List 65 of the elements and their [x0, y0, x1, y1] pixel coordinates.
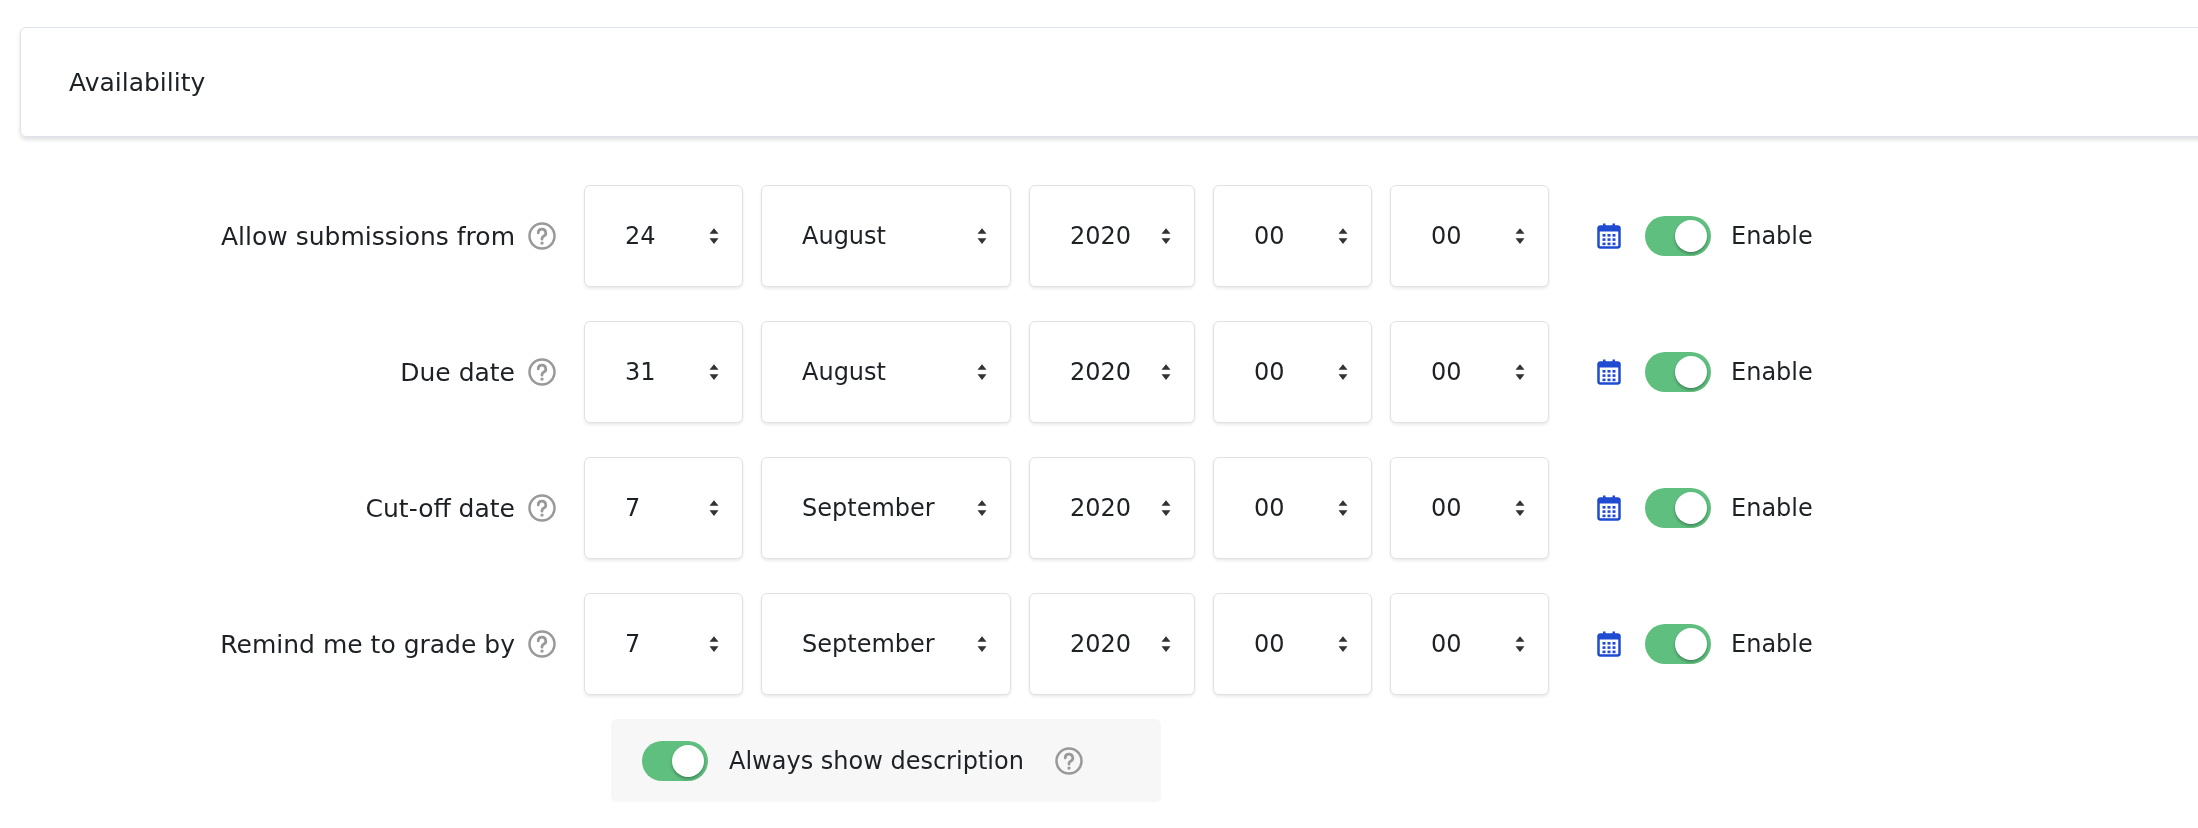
day-select[interactable]: 7 — [584, 593, 743, 695]
minute-select[interactable]: 00 — [1390, 185, 1549, 287]
up-down-arrows-icon — [1514, 227, 1526, 245]
help-icon[interactable] — [527, 629, 557, 659]
minute-select[interactable]: 00 — [1390, 593, 1549, 695]
month-select[interactable]: September — [761, 593, 1011, 695]
toggle-switch[interactable] — [1645, 624, 1711, 664]
enable-label: Enable — [1731, 222, 1813, 250]
up-down-arrows-icon — [976, 227, 988, 245]
up-down-arrows-icon — [976, 499, 988, 517]
hour-select[interactable]: 00 — [1213, 321, 1372, 423]
up-down-arrows-icon — [708, 499, 720, 517]
toggle-switch[interactable] — [1645, 216, 1711, 256]
help-icon[interactable] — [1053, 745, 1084, 776]
up-down-arrows-icon — [1337, 363, 1349, 381]
enable-label: Enable — [1731, 494, 1813, 522]
year-select[interactable]: 2020 — [1029, 457, 1195, 559]
up-down-arrows-icon — [976, 635, 988, 653]
field-label: Cut-off date — [365, 493, 515, 523]
option-label: Always show description — [729, 746, 1024, 775]
enable-label: Enable — [1731, 630, 1813, 658]
up-down-arrows-icon — [1514, 635, 1526, 653]
minute-select[interactable]: 00 — [1390, 321, 1549, 423]
up-down-arrows-icon — [1514, 363, 1526, 381]
help-icon[interactable] — [527, 357, 557, 387]
calendar-icon[interactable] — [1597, 494, 1621, 522]
calendar-icon[interactable] — [1597, 630, 1621, 658]
up-down-arrows-icon — [1337, 635, 1349, 653]
hour-select[interactable]: 00 — [1213, 185, 1372, 287]
field-label: Remind me to grade by — [220, 629, 515, 659]
up-down-arrows-icon — [1337, 227, 1349, 245]
day-select[interactable]: 7 — [584, 457, 743, 559]
calendar-icon[interactable] — [1597, 358, 1621, 386]
toggle-switch[interactable] — [1645, 488, 1711, 528]
up-down-arrows-icon — [1160, 499, 1172, 517]
up-down-arrows-icon — [1337, 499, 1349, 517]
enable-label: Enable — [1731, 358, 1813, 386]
minute-select[interactable]: 00 — [1390, 457, 1549, 559]
month-select[interactable]: September — [761, 457, 1011, 559]
up-down-arrows-icon — [708, 635, 720, 653]
field-label: Allow submissions from — [221, 221, 515, 251]
day-select[interactable]: 31 — [584, 321, 743, 423]
field-label: Due date — [400, 357, 515, 387]
up-down-arrows-icon — [1160, 227, 1172, 245]
section-header[interactable]: Availability — [20, 27, 2198, 137]
hour-select[interactable]: 00 — [1213, 593, 1372, 695]
year-select[interactable]: 2020 — [1029, 593, 1195, 695]
up-down-arrows-icon — [1514, 499, 1526, 517]
up-down-arrows-icon — [976, 363, 988, 381]
day-select[interactable]: 24 — [584, 185, 743, 287]
month-select[interactable]: August — [761, 185, 1011, 287]
up-down-arrows-icon — [1160, 363, 1172, 381]
section-title: Availability — [69, 67, 206, 97]
year-select[interactable]: 2020 — [1029, 185, 1195, 287]
up-down-arrows-icon — [708, 227, 720, 245]
hour-select[interactable]: 00 — [1213, 457, 1372, 559]
help-icon[interactable] — [527, 221, 557, 251]
up-down-arrows-icon — [1160, 635, 1172, 653]
month-select[interactable]: August — [761, 321, 1011, 423]
year-select[interactable]: 2020 — [1029, 321, 1195, 423]
toggle-switch[interactable] — [1645, 352, 1711, 392]
calendar-icon[interactable] — [1597, 222, 1621, 250]
up-down-arrows-icon — [708, 363, 720, 381]
help-icon[interactable] — [527, 493, 557, 523]
toggle-switch[interactable] — [642, 740, 708, 781]
